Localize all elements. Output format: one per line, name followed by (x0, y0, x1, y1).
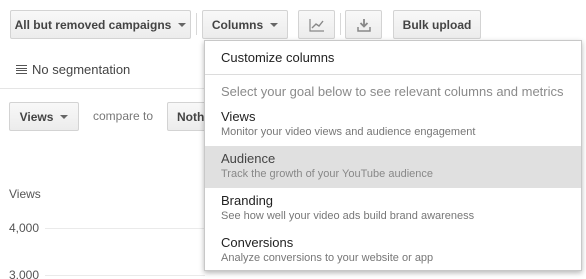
menu-item-label: Branding (221, 193, 274, 208)
customize-columns-item[interactable]: Customize columns (221, 50, 334, 65)
chevron-down-icon (270, 22, 279, 27)
segmentation-selector[interactable]: No segmentation (16, 62, 130, 77)
menu-item-conversions[interactable]: Conversions Analyze conversions to your … (205, 230, 581, 272)
columns-label: Columns (211, 17, 264, 32)
line-chart-icon (308, 18, 324, 32)
segmentation-label: No segmentation (32, 62, 131, 77)
menu-item-views[interactable]: Views Monitor your video views and audie… (205, 104, 581, 146)
menu-item-label: Views (221, 109, 256, 124)
compare-to-label: compare to (93, 109, 154, 123)
toolbar-separator (196, 13, 197, 35)
download-icon (356, 18, 371, 32)
download-button[interactable] (345, 10, 382, 39)
chevron-down-icon (60, 114, 69, 119)
columns-dropdown-menu: Customize columns Select your goal below… (204, 40, 582, 271)
menu-item-description: Track the growth of your YouTube audienc… (221, 168, 433, 180)
y-tick-label: 3,000 (9, 268, 40, 279)
menu-item-description: See how well your video ads build brand … (221, 210, 475, 222)
section-divider (0, 88, 205, 89)
menu-item-description: Monitor your video views and audience en… (221, 126, 476, 138)
bulk-upload-label: Bulk upload (402, 17, 472, 32)
menu-item-branding[interactable]: Branding See how well your video ads bui… (205, 188, 581, 230)
menu-hint: Select your goal below to see relevant c… (221, 84, 564, 99)
chart-toggle-button[interactable] (298, 10, 335, 39)
menu-item-label: Conversions (221, 235, 294, 250)
y-tick-label: 4,000 (9, 221, 40, 235)
columns-button[interactable]: Columns (202, 10, 288, 39)
campaign-filter-label: All but removed campaigns (14, 17, 172, 32)
gridline (45, 275, 205, 276)
list-icon (16, 65, 27, 74)
secondary-metric-label: Noth (177, 109, 205, 124)
primary-metric-label: Views (19, 109, 54, 124)
menu-item-audience[interactable]: Audience Track the growth of your YouTub… (205, 146, 581, 188)
bulk-upload-button[interactable]: Bulk upload (393, 10, 481, 39)
y-axis-title: Views (9, 187, 41, 201)
menu-item-label: Audience (221, 151, 276, 166)
menu-divider (205, 74, 581, 75)
menu-item-description: Analyze conversions to your website or a… (221, 252, 434, 264)
campaign-filter-dropdown[interactable]: All but removed campaigns (10, 10, 191, 39)
toolbar-separator (340, 13, 341, 35)
primary-metric-dropdown[interactable]: Views (9, 102, 79, 131)
gridline (45, 228, 205, 229)
chevron-down-icon (178, 22, 187, 27)
